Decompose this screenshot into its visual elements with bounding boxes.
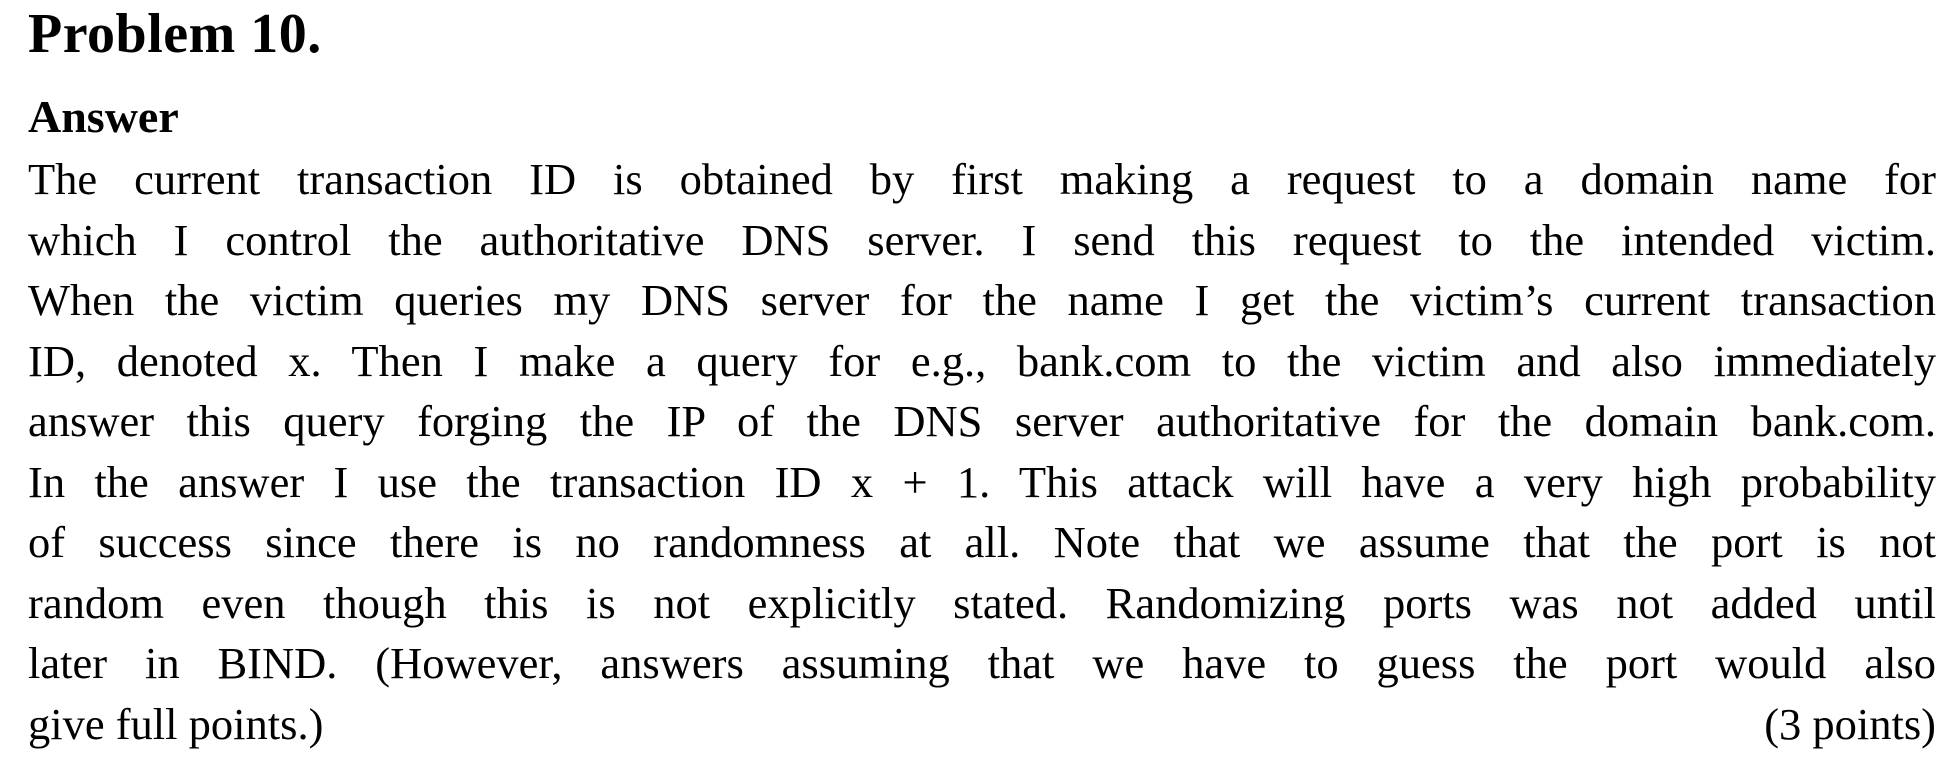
answer-body: The current transaction ID is obtained b… xyxy=(28,149,1936,754)
answer-line: ID, denoted x. Then I make a query for e… xyxy=(28,335,1936,386)
answer-line: random even though this is not explicitl… xyxy=(28,577,1936,628)
answer-line: answer this query forging the IP of the … xyxy=(28,396,1936,446)
problem-title: Problem 10. xyxy=(28,3,322,65)
answer-line: which I control the authoritative DNS se… xyxy=(28,214,1936,265)
answer-line: In the answer I use the transaction ID x… xyxy=(28,456,1936,507)
answer-line: of success since there is no randomness … xyxy=(28,517,1936,567)
answer-line: give full points.) xyxy=(28,698,324,749)
answer-line: later in BIND. (However, answers assumin… xyxy=(28,638,1936,688)
answer-line: The current transaction ID is obtained b… xyxy=(28,154,1936,204)
answer-heading: Answer xyxy=(28,91,179,142)
document-page: Problem 10. Answer The current transacti… xyxy=(28,0,1936,754)
answer-final-line: give full points.) (3 points) xyxy=(28,694,1936,755)
points-label: (3 points) xyxy=(1764,698,1936,749)
answer-line: When the victim queries my DNS server fo… xyxy=(28,275,1936,325)
